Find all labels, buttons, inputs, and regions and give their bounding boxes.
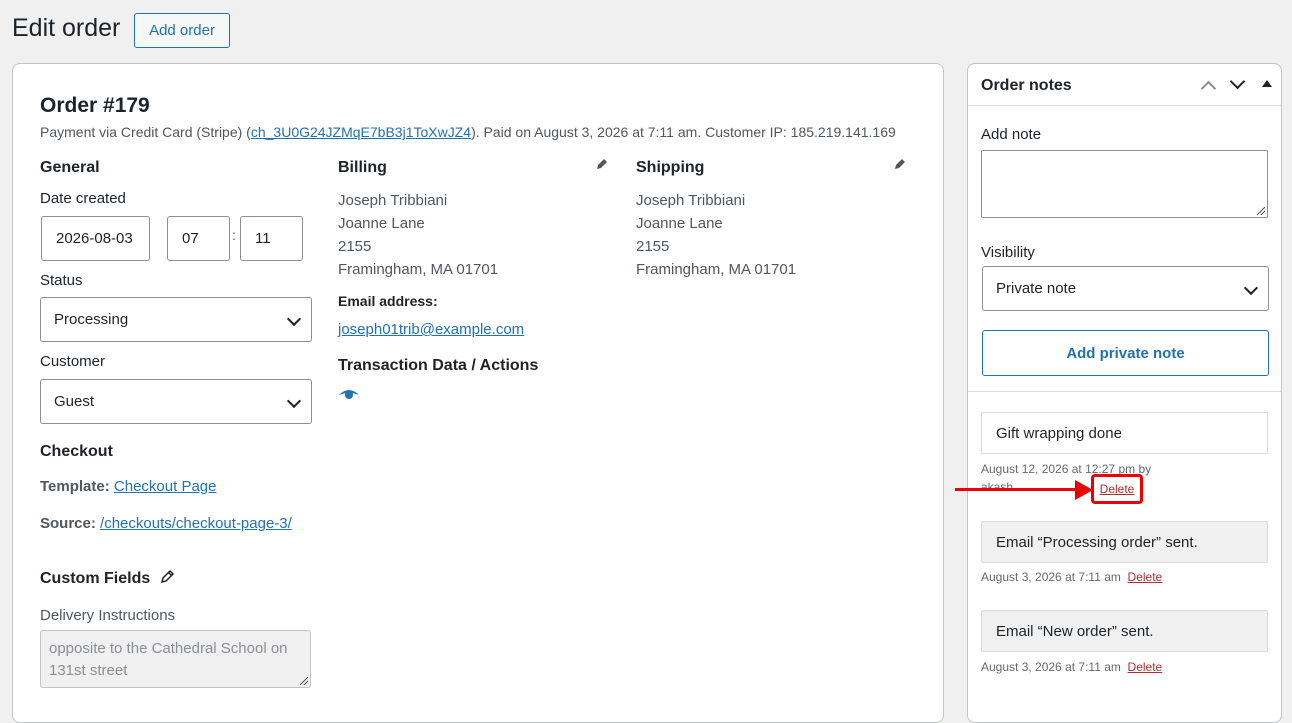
shipping-city: Framingham, MA 01701 — [636, 261, 797, 278]
add-order-button[interactable]: Add order — [134, 13, 230, 48]
chevron-down-icon — [286, 393, 302, 409]
visibility-select[interactable]: Private note — [982, 266, 1269, 311]
delete-note-link[interactable]: Delete — [1128, 660, 1163, 674]
hour-input[interactable]: 07 — [167, 216, 230, 261]
divider — [968, 391, 1281, 392]
template-link[interactable]: Checkout Page — [114, 478, 217, 495]
billing-street: Joanne Lane — [338, 215, 425, 232]
general-heading: General — [40, 159, 100, 176]
chevron-down-icon — [286, 311, 302, 327]
note-meta-line2: akash — [981, 480, 1014, 494]
shipping-name: Joseph Tribbiani — [636, 192, 746, 209]
chevron-up-icon[interactable] — [1200, 80, 1217, 97]
checkout-source-row: Source: /checkouts/checkout-page-3/ — [40, 515, 292, 532]
shipping-address: Joseph Tribbiani Joanne Lane 2155 Framin… — [636, 189, 796, 281]
note-timestamp: August 3, 2026 at 7:11 am — [981, 660, 1121, 674]
order-notes-header: Order notes — [968, 64, 1281, 106]
triangle-up-icon[interactable] — [1262, 80, 1272, 87]
note-item: Gift wrapping done — [981, 412, 1268, 454]
add-note-textarea[interactable] — [981, 150, 1268, 218]
delivery-instructions-textarea[interactable]: opposite to the Cathedral School on 131s… — [40, 630, 311, 688]
page-title: Edit order — [12, 14, 121, 42]
order-data-panel: Order #179 Payment via Credit Card (Stri… — [12, 63, 944, 723]
email-label: Email address: — [338, 293, 438, 309]
billing-email-link[interactable]: joseph01trib@example.com — [338, 321, 524, 338]
transaction-heading: Transaction Data / Actions — [338, 357, 539, 374]
shipping-heading: Shipping — [636, 159, 705, 176]
payment-suffix: ). Paid on August 3, 2026 at 7:11 am. Cu… — [471, 124, 896, 140]
billing-number: 2155 — [338, 238, 372, 255]
chevron-down-icon[interactable] — [1229, 73, 1246, 90]
billing-heading: Billing — [338, 159, 387, 176]
status-select[interactable]: Processing — [40, 297, 312, 342]
arrow-annotation — [955, 488, 1077, 491]
note-timestamp: August 3, 2026 at 7:11 am — [981, 570, 1121, 584]
order-notes-title: Order notes — [981, 77, 1072, 94]
resize-handle[interactable] — [1257, 207, 1265, 215]
customer-select[interactable]: Guest — [40, 379, 312, 424]
shipping-number: 2155 — [636, 238, 670, 255]
add-note-label: Add note — [981, 126, 1042, 143]
order-notes-panel: Order notes Add note Visibility Private … — [967, 63, 1282, 723]
checkout-template-row: Template: Checkout Page — [40, 478, 216, 495]
template-label: Template: — [40, 478, 110, 495]
time-separator: : — [232, 227, 236, 243]
visibility-label: Visibility — [981, 244, 1035, 261]
eye-icon[interactable] — [338, 388, 360, 402]
shipping-street: Joanne Lane — [636, 215, 723, 232]
note-meta: August 3, 2026 at 7:11 am Delete — [981, 660, 1162, 674]
status-label: Status — [40, 272, 83, 289]
delivery-instructions-value: opposite to the Cathedral School on 131s… — [49, 640, 288, 679]
delivery-instructions-label: Delivery Instructions — [40, 607, 176, 624]
highlighted-delete: Delete — [1091, 474, 1143, 504]
delete-note-link[interactable]: Delete — [1100, 482, 1135, 496]
note-item: Email “New order” sent. — [981, 610, 1268, 652]
visibility-value: Private note — [996, 280, 1077, 297]
chevron-down-icon — [1243, 280, 1259, 296]
source-label: Source: — [40, 515, 96, 532]
pencil-icon[interactable] — [893, 157, 907, 171]
billing-city: Framingham, MA 01701 — [338, 261, 499, 278]
payment-info: Payment via Credit Card (Stripe) (ch_3U0… — [40, 124, 896, 140]
source-link[interactable]: /checkouts/checkout-page-3/ — [100, 515, 292, 532]
custom-fields-heading: Custom Fields — [40, 569, 175, 588]
custom-fields-title: Custom Fields — [40, 570, 151, 587]
add-private-note-button[interactable]: Add private note — [982, 330, 1269, 376]
billing-address: Joseph Tribbiani Joanne Lane 2155 Framin… — [338, 189, 498, 281]
note-item: Email “Processing order” sent. — [981, 521, 1268, 563]
status-value: Processing — [54, 311, 129, 328]
pencil-icon[interactable] — [159, 569, 175, 585]
order-heading: Order #179 — [40, 94, 150, 117]
billing-name: Joseph Tribbiani — [338, 192, 448, 209]
resize-handle[interactable] — [300, 677, 308, 685]
delete-note-link[interactable]: Delete — [1128, 570, 1163, 584]
minute-input[interactable]: 11 — [240, 216, 303, 261]
customer-value: Guest — [54, 393, 95, 410]
checkout-heading: Checkout — [40, 443, 113, 460]
note-meta: August 3, 2026 at 7:11 am Delete — [981, 570, 1162, 584]
transaction-id-link[interactable]: ch_3U0G24JZMqE7bB3j1ToXwJZ4 — [251, 124, 471, 140]
date-created-input[interactable]: 2026-08-03 — [41, 216, 150, 261]
payment-prefix: Payment via Credit Card (Stripe) ( — [40, 124, 251, 140]
date-created-label: Date created — [40, 190, 126, 207]
pencil-icon[interactable] — [595, 157, 609, 171]
customer-label: Customer — [40, 353, 106, 370]
